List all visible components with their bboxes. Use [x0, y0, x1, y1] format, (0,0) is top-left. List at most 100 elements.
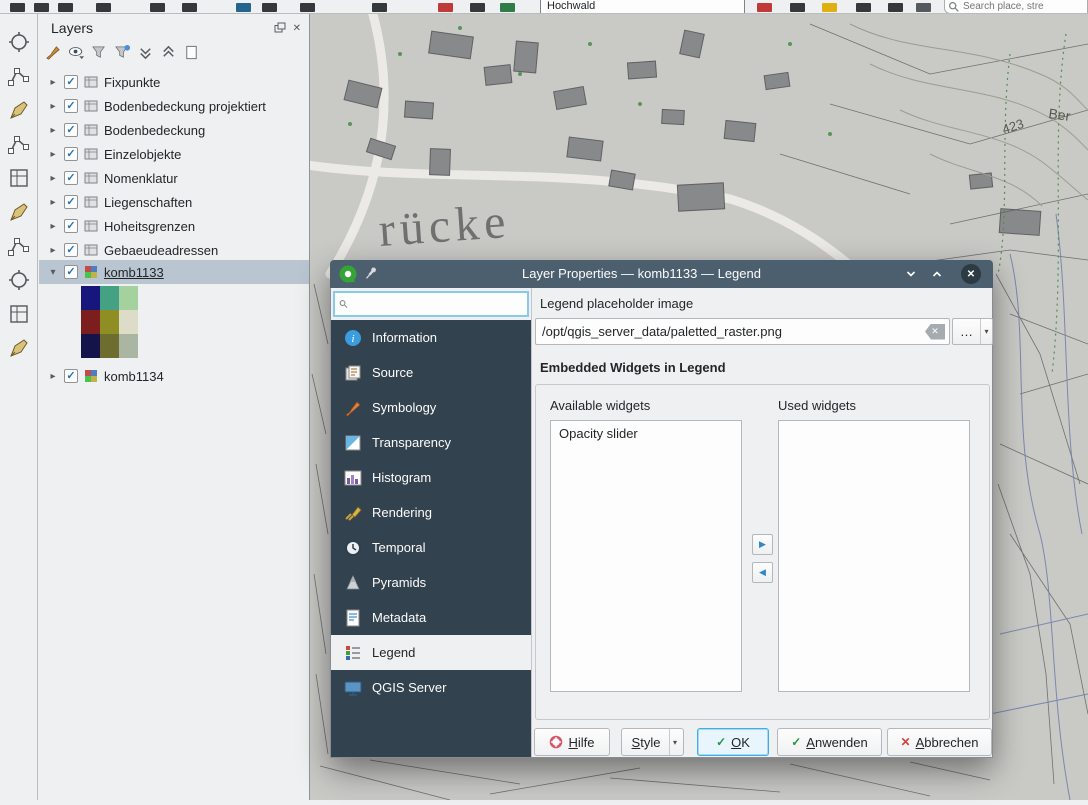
expand-icon[interactable]: ▸ — [47, 125, 59, 136]
grid-tool-icon[interactable] — [7, 302, 31, 326]
tab-source[interactable]: Source — [331, 355, 531, 390]
layer-item-selected[interactable]: ▾ ✓ komb1133 — [39, 260, 309, 284]
toolbar-icon[interactable] — [916, 3, 931, 12]
tab-histogram[interactable]: Histogram — [331, 460, 531, 495]
layer-item[interactable]: ▸ ✓ Gebaeudeadressen — [39, 238, 309, 262]
toolbar-icon[interactable] — [262, 3, 277, 12]
search-input[interactable] — [963, 1, 1085, 12]
layer-checkbox[interactable]: ✓ — [64, 369, 78, 383]
layer-checkbox[interactable]: ✓ — [64, 123, 78, 137]
toolbar-icon[interactable] — [300, 3, 315, 12]
vertex-tool-icon[interactable] — [7, 234, 31, 258]
expand-icon[interactable]: ▸ — [47, 245, 59, 256]
remove-widget-button[interactable]: ◀ — [752, 562, 773, 583]
pin-icon[interactable] — [364, 266, 378, 282]
tab-pyramids[interactable]: Pyramids — [331, 565, 531, 600]
expand-icon[interactable]: ▸ — [47, 173, 59, 184]
toolbar-icon[interactable] — [822, 3, 837, 12]
filter-expression-icon[interactable] — [114, 44, 131, 61]
pan-tool-icon[interactable] — [7, 30, 31, 54]
placeholder-path-input[interactable] — [536, 324, 925, 339]
shade-down-button[interactable] — [901, 264, 921, 284]
layer-checkbox[interactable]: ✓ — [64, 75, 78, 89]
expand-icon[interactable]: ▸ — [47, 149, 59, 160]
toolbar-icon[interactable] — [58, 3, 73, 12]
layer-checkbox[interactable]: ✓ — [64, 171, 78, 185]
help-button[interactable]: Hilfe — [534, 728, 610, 756]
vertex-tool-icon[interactable] — [7, 64, 31, 88]
dialog-titlebar[interactable]: Layer Properties — komb1133 — Legend ✕ — [330, 260, 993, 288]
expand-all-icon[interactable] — [137, 44, 154, 61]
expand-icon[interactable]: ▸ — [47, 101, 59, 112]
sketch-tool-icon[interactable] — [7, 336, 31, 360]
tab-qgis-server[interactable]: QGIS Server — [331, 670, 531, 705]
used-widgets-list[interactable] — [778, 420, 970, 692]
layer-checkbox[interactable]: ✓ — [64, 99, 78, 113]
shade-up-button[interactable] — [927, 264, 947, 284]
toolbar-icon[interactable] — [372, 3, 387, 12]
draw-tool-icon[interactable] — [7, 200, 31, 224]
layer-item[interactable]: ▸ ✓ Bodenbedeckung projektiert — [39, 94, 309, 118]
layer-checkbox[interactable]: ✓ — [64, 147, 78, 161]
toolbar-icon[interactable] — [236, 3, 251, 12]
map-themes-icon[interactable] — [68, 44, 85, 61]
layer-item[interactable]: ▸ ✓ Einzelobjekte — [39, 142, 309, 166]
collapse-icon[interactable]: ▾ — [47, 267, 59, 278]
toolbar-icon[interactable] — [438, 3, 453, 12]
toolbar-icon[interactable] — [34, 3, 49, 12]
toolbar-icon[interactable] — [888, 3, 903, 12]
style-button[interactable]: Style ▾ — [621, 728, 684, 756]
toolbar-icon[interactable] — [470, 3, 485, 12]
layer-checkbox[interactable]: ✓ — [64, 195, 78, 209]
expand-icon[interactable]: ▸ — [47, 221, 59, 232]
add-widget-button[interactable]: ▶ — [752, 534, 773, 555]
node-tool-icon[interactable] — [7, 132, 31, 156]
available-widgets-list[interactable]: Opacity slider — [550, 420, 742, 692]
expand-icon[interactable]: ▸ — [47, 371, 59, 382]
chevron-down-icon[interactable]: ▾ — [980, 319, 992, 344]
toolbar-icon[interactable] — [96, 3, 111, 12]
list-item[interactable]: Opacity slider — [551, 421, 741, 446]
cancel-button[interactable]: ✕ Abbrechen — [887, 728, 992, 756]
scale-combo[interactable]: Hochwald — [540, 0, 745, 14]
toolbar-icon[interactable] — [856, 3, 871, 12]
layer-item[interactable]: ▸ ✓ Bodenbedeckung — [39, 118, 309, 142]
tab-metadata[interactable]: Metadata — [331, 600, 531, 635]
layer-styling-icon[interactable] — [45, 44, 62, 61]
close-button[interactable]: ✕ — [961, 264, 981, 284]
edit-tool-icon[interactable] — [7, 98, 31, 122]
layer-item[interactable]: ▸ ✓ komb1134 — [39, 364, 309, 388]
clear-field-icon[interactable]: ✕ — [925, 324, 945, 340]
browse-button[interactable]: … ▾ — [952, 318, 993, 345]
apply-button[interactable]: ✓ Anwenden — [777, 728, 882, 756]
collapse-all-icon[interactable] — [160, 44, 177, 61]
toolbar-icon[interactable] — [150, 3, 165, 12]
layer-checkbox[interactable]: ✓ — [64, 243, 78, 257]
toolbar-icon[interactable] — [10, 3, 25, 12]
layer-item[interactable]: ▸ ✓ Nomenklatur — [39, 166, 309, 190]
tab-symbology[interactable]: Symbology — [331, 390, 531, 425]
target-tool-icon[interactable] — [7, 268, 31, 292]
toolbar-icon[interactable] — [182, 3, 197, 12]
close-panel-icon[interactable]: ✕ — [293, 23, 301, 34]
properties-search-input[interactable] — [351, 294, 527, 314]
toolbar-icon[interactable] — [757, 3, 772, 12]
layer-item[interactable]: ▸ ✓ Liegenschaften — [39, 190, 309, 214]
tab-rendering[interactable]: Rendering — [331, 495, 531, 530]
grid-tool-icon[interactable] — [7, 166, 31, 190]
tab-information[interactable]: i Information — [331, 320, 531, 355]
tab-legend[interactable]: Legend — [331, 635, 531, 670]
layer-checkbox[interactable]: ✓ — [64, 219, 78, 233]
remove-layer-icon[interactable] — [183, 44, 200, 61]
tab-transparency[interactable]: Transparency — [331, 425, 531, 460]
expand-icon[interactable]: ▸ — [47, 197, 59, 208]
tab-temporal[interactable]: Temporal — [331, 530, 531, 565]
undock-panel-icon[interactable] — [274, 22, 286, 34]
toolbar-icon[interactable] — [500, 3, 515, 12]
toolbar-icon[interactable] — [790, 3, 805, 12]
chevron-down-icon[interactable]: ▾ — [669, 729, 679, 755]
layer-item[interactable]: ▸ ✓ Hoheitsgrenzen — [39, 214, 309, 238]
ok-button[interactable]: ✓ OK — [697, 728, 769, 756]
layer-item[interactable]: ▸ ✓ Fixpunkte — [39, 70, 309, 94]
expand-icon[interactable]: ▸ — [47, 77, 59, 88]
